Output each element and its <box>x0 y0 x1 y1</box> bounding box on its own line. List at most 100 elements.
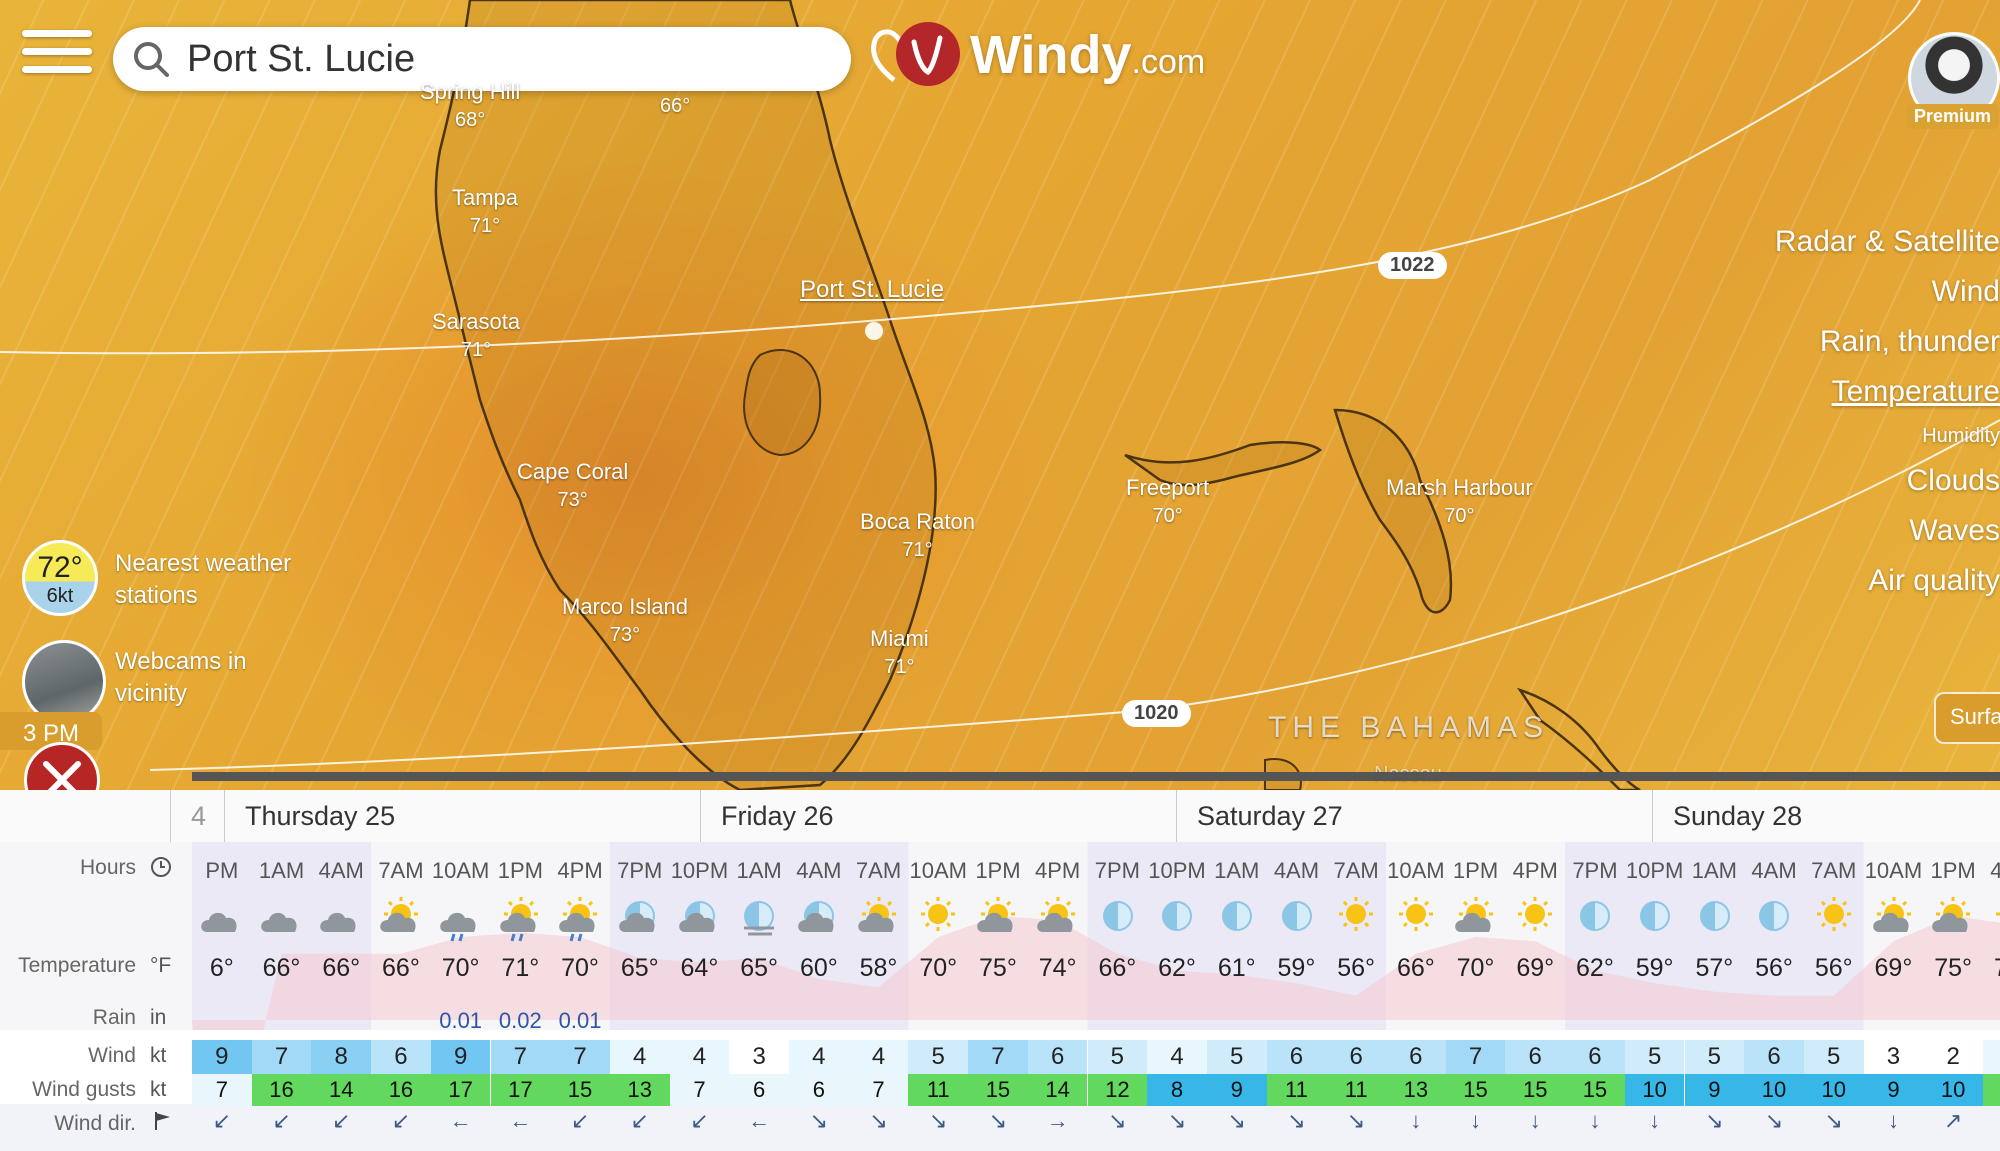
hour-cell: 10AM <box>1387 858 1445 883</box>
city-label[interactable]: Miami 71° <box>870 625 929 681</box>
webcams-label[interactable]: Webcams in vicinity <box>115 646 275 710</box>
hour-cell: 1AM <box>1691 858 1737 883</box>
city-label[interactable]: Tampa 71° <box>452 184 518 240</box>
layer-item[interactable]: Temperature <box>1775 375 2000 409</box>
hour-cell: 4AM <box>1273 858 1320 883</box>
weather-map[interactable]: Windy.com Premium Radar & SatelliteWindR… <box>0 0 2000 790</box>
gust-cell: 14 <box>311 1074 372 1106</box>
gust-cell: 9 <box>1863 1074 1924 1106</box>
temperature-unit[interactable]: °F <box>150 954 171 978</box>
gust-cell: 6 <box>789 1074 849 1106</box>
hours-row: PM 1AM 4AM 7AM 10AM 1PM 4PM 7PM 10PM 1AM 4AM 7AM 10A… <box>192 858 2000 898</box>
flag-icon <box>155 1112 170 1130</box>
temperature-cell: 61° <box>1217 954 1256 982</box>
wind-direction-arrow-icon: ↙ <box>212 1108 232 1133</box>
temperature-cell: 65° <box>620 954 659 982</box>
layer-item[interactable]: Waves <box>1775 514 2000 548</box>
hour-cell: 10PM <box>1625 858 1684 883</box>
temperature-cell: 70° <box>561 954 599 982</box>
wind-cell: 6 <box>1505 1040 1566 1074</box>
rain-cell: 0.01 <box>439 1008 483 1033</box>
windy-logo[interactable]: Windy.com <box>870 22 1205 88</box>
search-input[interactable] <box>185 36 829 82</box>
moon-icon <box>1221 901 1252 931</box>
selected-location-label[interactable]: Port St. Lucie <box>800 276 944 304</box>
hour-cell: 1AM <box>736 858 782 883</box>
wind-cell: 6 <box>1326 1040 1386 1074</box>
wind-cell: 6 <box>1027 1040 1088 1074</box>
layer-item[interactable]: Humidity <box>1775 425 2000 448</box>
gust-cell: 12 <box>1087 1074 1148 1106</box>
wind-row-label: Wind <box>88 1044 136 1067</box>
partly-cloudy-icon <box>1872 897 1911 932</box>
layer-item[interactable]: Clouds <box>1775 464 2000 498</box>
temperature-cell: 70° <box>441 954 480 982</box>
temperature-cell: 60° <box>799 954 838 982</box>
temperature-cell: 59° <box>1277 954 1316 982</box>
city-label[interactable]: Spring Hill 68° <box>420 78 520 134</box>
hamburger-menu-icon[interactable] <box>22 30 92 86</box>
moon-icon <box>1759 901 1790 931</box>
timeline-bar[interactable] <box>192 772 2000 781</box>
city-label[interactable]: Sarasota 71° <box>432 308 520 364</box>
wind-cell: 4 <box>669 1040 730 1074</box>
hour-cell: 7PM <box>1572 858 1618 883</box>
rain-unit[interactable]: in <box>150 1006 166 1030</box>
city-label[interactable]: Boca Raton 71° <box>860 508 975 564</box>
sun-icon <box>1816 897 1851 931</box>
forecast-panel[interactable]: 4 Thursday 25 Friday 26 Saturday 27 Sund… <box>0 790 2000 1151</box>
partly-cloudy-night-icon <box>678 901 715 932</box>
wind-direction-arrow-icon: ↘ <box>1824 1108 1843 1133</box>
layer-item[interactable]: Wind <box>1775 275 2000 309</box>
fog-night-icon <box>744 901 775 936</box>
hours-row-label: Hours <box>79 856 136 879</box>
nearest-station-badge[interactable]: 72° 6kt <box>22 540 98 616</box>
city-label[interactable]: Marsh Harbour 70° <box>1386 474 1533 530</box>
wind-unit[interactable]: kt <box>150 1044 166 1068</box>
temperature-cell: 75° <box>1934 954 1973 982</box>
temperature-cell: 65° <box>740 954 779 982</box>
city-label[interactable]: Freeport 70° <box>1126 474 1209 530</box>
gust-cell: 10 <box>1624 1074 1685 1106</box>
moon-icon <box>1281 901 1312 931</box>
rain-cell: 0.01 <box>558 1008 602 1033</box>
partly-cloudy-night-icon <box>619 901 655 932</box>
hour-cell: 1PM <box>497 858 543 883</box>
wind-direction-arrow-icon: ↘ <box>809 1108 829 1133</box>
wind-direction-arrow-icon: ← <box>509 1108 532 1133</box>
temperature-cell: 57° <box>1695 954 1734 982</box>
gust-cell: 11 <box>908 1074 969 1106</box>
city-label[interactable]: Marco Island 73° <box>562 593 688 649</box>
hour-cell: 7AM <box>378 858 424 883</box>
wind-cell: 5 <box>908 1040 969 1074</box>
wind-cell: 6 <box>1266 1040 1327 1074</box>
gust-cell: 14 <box>1027 1074 1088 1106</box>
hour-cell: 7AM <box>1333 858 1379 883</box>
wind-direction-arrow-icon: ↙ <box>630 1108 649 1133</box>
gusts-unit[interactable]: kt <box>150 1078 166 1102</box>
wind-cell: 6 <box>1744 1040 1804 1074</box>
hour-cell: 10PM <box>670 858 729 883</box>
layer-item[interactable]: Radar & Satellite <box>1775 225 2000 259</box>
wind-row: 9786977443445765456667665565324 <box>192 1040 2000 1074</box>
wind-direction-arrow-icon: ↓ <box>1649 1108 1661 1133</box>
wind-direction-arrow-icon: ↓ <box>1410 1108 1422 1133</box>
rain-icon <box>440 912 476 942</box>
gusts-row: 7 16 14 16 17 17 15 13 7 6 6 7 11 15 14 12 8 9 11 11 13 15 15 1… <box>192 1074 2000 1106</box>
wind-direction-arrow-icon: ← <box>449 1108 472 1133</box>
layer-item[interactable]: Rain, thunder <box>1775 325 2000 359</box>
gust-cell: 17 <box>430 1074 491 1106</box>
wind-direction-arrow-icon: ↓ <box>1589 1108 1601 1133</box>
city-label[interactable]: Cape Coral 73° <box>517 458 628 514</box>
city-label[interactable]: 66° <box>660 92 690 120</box>
wind-cell: 7 <box>968 1040 1028 1074</box>
layer-item[interactable]: Air quality <box>1775 564 2000 598</box>
gust-cell: 17 <box>490 1074 551 1106</box>
partly-cloudy-icon <box>380 897 419 932</box>
rain-sun-icon <box>559 897 598 942</box>
gust-cell: 15 <box>1505 1074 1566 1106</box>
nearest-stations-label[interactable]: Nearest weather stations <box>115 548 315 612</box>
clock-icon <box>151 857 171 877</box>
surface-button[interactable]: Surface <box>1934 692 2000 744</box>
hour-cell: 4PM <box>1990 858 2000 883</box>
